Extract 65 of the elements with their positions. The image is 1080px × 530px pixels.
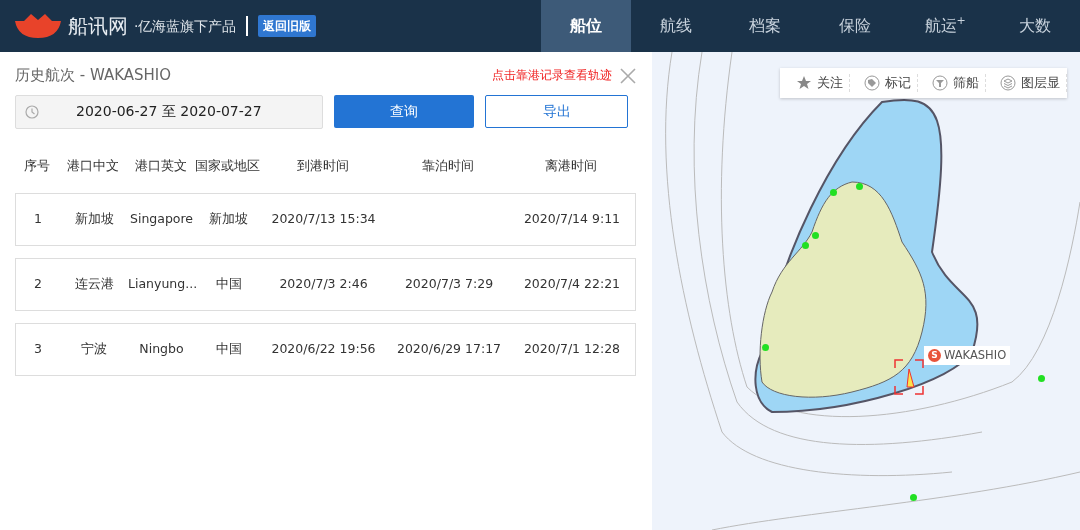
table-cell-text: Ningbo (138, 340, 185, 359)
old-version-button[interactable]: 返回旧版 (258, 15, 317, 37)
vessel-label[interactable]: S WAKASHIO (924, 346, 1011, 366)
nav-tab[interactable]: 航线 (630, 0, 721, 52)
column-header: 序号 (23, 156, 51, 175)
export-button[interactable]: 导出 (485, 95, 628, 128)
voyage-row[interactable]: 2 连云港 Lianyung... 中国 2020/7/3 2:46 2020/7/3 7:29 2020/7/4 22:21 (15, 258, 636, 312)
table-cell-text: 2020/7/14 9:11 (522, 210, 622, 229)
table-cell-text: 2020/6/29 17:17 (395, 340, 503, 359)
table-cell-text: 3 (33, 340, 43, 359)
column-header: 国家或地区 (194, 156, 261, 175)
table-cell-text: 宁波 (80, 340, 108, 359)
vessel-badge: S (928, 349, 941, 363)
vessel-dot-icon[interactable] (856, 183, 863, 190)
vessel-dot-icon[interactable] (762, 344, 769, 351)
toolbar-button[interactable]: 标记 (858, 73, 918, 93)
tagline: ·亿海蓝旗下产品 (134, 16, 237, 36)
boat-logo-icon (14, 13, 62, 39)
column-header: 港口中文 (66, 156, 120, 175)
table-cell-text: 连云港 (73, 275, 115, 294)
table-cell-text: 中国 (214, 340, 243, 359)
table-cell-text: Lianyung... (128, 275, 195, 294)
voyage-row[interactable]: 1 新加坡 Singapore 新加坡 2020/7/13 15:34 2020/7/14 9:11 (15, 193, 636, 247)
layers-icon (1000, 75, 1016, 91)
tag-icon (864, 75, 880, 91)
vessel-dot-icon[interactable] (910, 494, 917, 501)
close-icon[interactable] (620, 65, 636, 85)
star-icon (796, 75, 812, 91)
toolbar-button[interactable]: 筛船 (926, 73, 986, 93)
table-cell-text: 2 (33, 275, 43, 294)
query-button[interactable]: 查询 (334, 95, 474, 128)
vessel-dot-icon[interactable] (812, 232, 819, 239)
toolbar-button[interactable]: 图层显 (994, 73, 1067, 93)
nav-tab[interactable]: 档案 (720, 0, 811, 52)
table-cell-text: Singapore (128, 210, 195, 229)
voyage-row[interactable]: 3 宁波 Ningbo 中国 2020/6/22 19:56 2020/6/29 17:17 2020/7/1 12:28 (15, 323, 636, 377)
table-cell-text: 2020/7/3 2:46 (278, 275, 369, 294)
table-cell-text: 新加坡 (208, 210, 249, 229)
vessel-dot-icon[interactable] (1038, 375, 1045, 382)
column-header: 离港时间 (544, 156, 598, 175)
table-cell-text: 2020/7/1 12:28 (522, 340, 622, 359)
logo-text: 船讯网 (68, 13, 128, 40)
column-header: 到港时间 (295, 156, 350, 175)
nav-tab[interactable]: 船位 (540, 0, 631, 52)
table-cell-text: 2020/7/4 22:21 (522, 275, 622, 294)
nav-tab[interactable]: 大数 (990, 0, 1080, 52)
table-cell-text: 2020/7/3 7:29 (403, 275, 495, 294)
column-header: 靠泊时间 (421, 156, 475, 175)
column-header: 港口英文 (133, 156, 188, 175)
vessel-dot-icon[interactable] (802, 242, 809, 249)
ship-icon[interactable] (894, 359, 924, 395)
toolbar-button[interactable]: 关注 (790, 73, 850, 93)
date-range-field[interactable]: 2020-06-27 至 2020-07-27 (15, 94, 323, 129)
table-cell-text: 新加坡 (73, 210, 115, 229)
table-cell-text: 2020/7/13 15:34 (270, 210, 377, 229)
nav-tab[interactable]: 航运$^{+}$ (900, 0, 991, 52)
table-cell-text: 2020/6/22 19:56 (270, 340, 377, 359)
clock-icon (25, 104, 39, 119)
panel-title: 历史航次 - WAKASHIO (15, 65, 172, 86)
table-cell-text: 中国 (214, 275, 243, 294)
nav-tab[interactable]: 保险 (810, 0, 901, 52)
table-cell-text: 1 (33, 210, 43, 229)
vessel-dot-icon[interactable] (830, 189, 837, 196)
hint-text: 点击靠港记录查看轨迹 (492, 67, 612, 85)
filter-icon (932, 75, 948, 91)
